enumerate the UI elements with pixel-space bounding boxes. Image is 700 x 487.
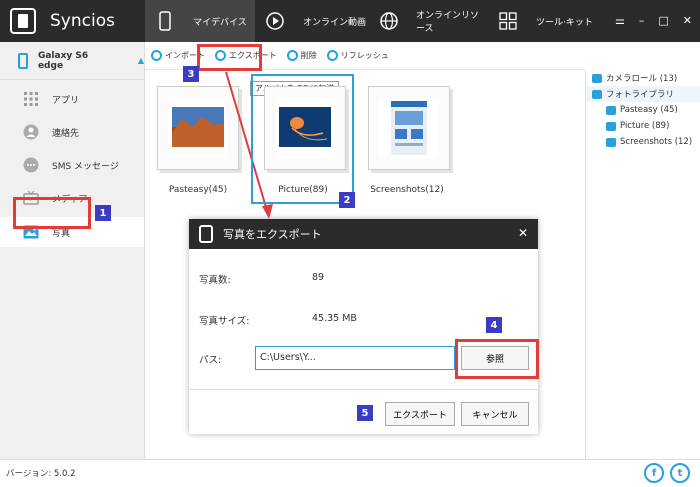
refresh-icon — [326, 50, 338, 61]
tree-photo-library[interactable]: フォトライブラリ — [586, 86, 700, 102]
minimize-icon[interactable]: – — [639, 14, 645, 27]
tree-item-screenshots[interactable]: Screenshots (12) — [586, 134, 700, 150]
facebook-icon[interactable]: f — [644, 463, 664, 483]
step-badge-3: 3 — [183, 66, 199, 82]
highlight-photos — [13, 197, 91, 229]
export-confirm-button[interactable]: エクスポート — [385, 402, 455, 426]
photo-icon — [606, 105, 616, 115]
album-screenshots[interactable] — [368, 86, 450, 170]
step-badge-4: 4 — [486, 317, 502, 333]
grid-icon — [498, 11, 518, 31]
menu-icon[interactable]: ⚌ — [615, 14, 625, 27]
device-name: Galaxy S6 edge — [37, 50, 89, 71]
play-icon — [265, 11, 285, 31]
path-label: パス: — [199, 355, 222, 366]
app-logo: Syncios — [0, 0, 145, 42]
tree-camera-roll[interactable]: カメラロール (13) — [586, 70, 700, 86]
selected-album-frame — [251, 74, 354, 204]
apps-grid-icon — [22, 90, 40, 108]
import-icon — [151, 50, 162, 61]
photo-library-icon — [592, 89, 602, 99]
tree-item-picture[interactable]: Picture (89) — [586, 118, 700, 134]
eject-icon[interactable]: ▲ — [138, 56, 144, 65]
refresh-button[interactable]: リフレッシュ — [326, 50, 389, 61]
sidebar-item-apps[interactable]: アプリ — [0, 84, 144, 114]
syncios-logo-icon — [10, 8, 36, 34]
dialog-title-bar: 写真をエクスポート — [189, 219, 538, 249]
version-text: バージョン: 5.0.2 — [6, 469, 76, 479]
highlight-browse — [455, 339, 539, 379]
contact-icon — [22, 123, 40, 141]
twitter-icon[interactable]: t — [670, 463, 690, 483]
photo-count-value: 89 — [312, 272, 325, 283]
device-header[interactable]: Galaxy S6 edge ▲ — [0, 42, 144, 80]
step-badge-5: 5 — [357, 405, 373, 421]
dialog-close-icon[interactable]: ✕ — [518, 226, 528, 240]
album-label: Pasteasy(45) — [168, 185, 228, 195]
close-icon[interactable]: ✕ — [683, 14, 692, 27]
maximize-icon[interactable]: □ — [658, 14, 668, 27]
album-pasteasy[interactable] — [157, 86, 239, 170]
path-input[interactable]: C:\Users\Y... — [255, 346, 455, 370]
photo-count-label: 写真数: — [199, 275, 231, 286]
globe-icon — [380, 11, 398, 31]
nav-online-resources[interactable]: オンラインリソース — [370, 0, 488, 42]
dialog-phone-icon — [199, 225, 213, 243]
photo-icon — [606, 137, 616, 147]
photo-size-label: 写真サイズ: — [199, 316, 250, 327]
sidebar-item-contacts[interactable]: 連絡先 — [0, 117, 144, 147]
photo-size-value: 45.35 MB — [312, 313, 357, 324]
cancel-button[interactable]: キャンセル — [461, 402, 529, 426]
top-bar: Syncios マイデバイス オンライン動画 オンラインリソース ツール·キット — [0, 0, 700, 42]
sidebar-item-sms[interactable]: SMS メッセージ — [0, 150, 144, 180]
step-badge-2: 2 — [339, 192, 355, 208]
main-nav: マイデバイス オンライン動画 オンラインリソース ツール·キット — [145, 0, 598, 42]
album-thumbnail — [379, 97, 439, 159]
window-controls: ⚌ – □ ✕ — [615, 14, 692, 27]
album-thumbnail — [168, 97, 228, 159]
nav-toolkit[interactable]: ツール·キット — [488, 0, 598, 42]
highlight-export — [197, 44, 262, 71]
delete-icon — [286, 50, 298, 61]
tree-item-pasteasy[interactable]: Pasteasy (45) — [586, 102, 700, 118]
sms-icon — [22, 156, 40, 174]
device-phone-icon — [18, 52, 28, 69]
phone-icon — [155, 11, 175, 31]
camera-icon — [592, 73, 602, 83]
dialog-divider — [189, 389, 538, 390]
sidebar: Galaxy S6 edge ▲ アプリ 連絡先 SMS メッセージ メディア … — [0, 42, 145, 459]
status-bar: バージョン: 5.0.2 f t — [0, 459, 700, 487]
step-badge-1: 1 — [95, 205, 111, 221]
nav-my-device[interactable]: マイデバイス — [145, 0, 255, 42]
app-name: Syncios — [50, 11, 115, 31]
album-label: Screenshots(12) — [370, 185, 444, 195]
nav-online-video[interactable]: オンライン動画 — [255, 0, 370, 42]
album-tree-panel: カメラロール (13) フォトライブラリ Pasteasy (45) Pictu… — [585, 70, 700, 459]
dialog-title: 写真をエクスポート — [223, 228, 322, 241]
photo-icon — [606, 121, 616, 131]
delete-button[interactable]: 削除 — [286, 50, 317, 61]
